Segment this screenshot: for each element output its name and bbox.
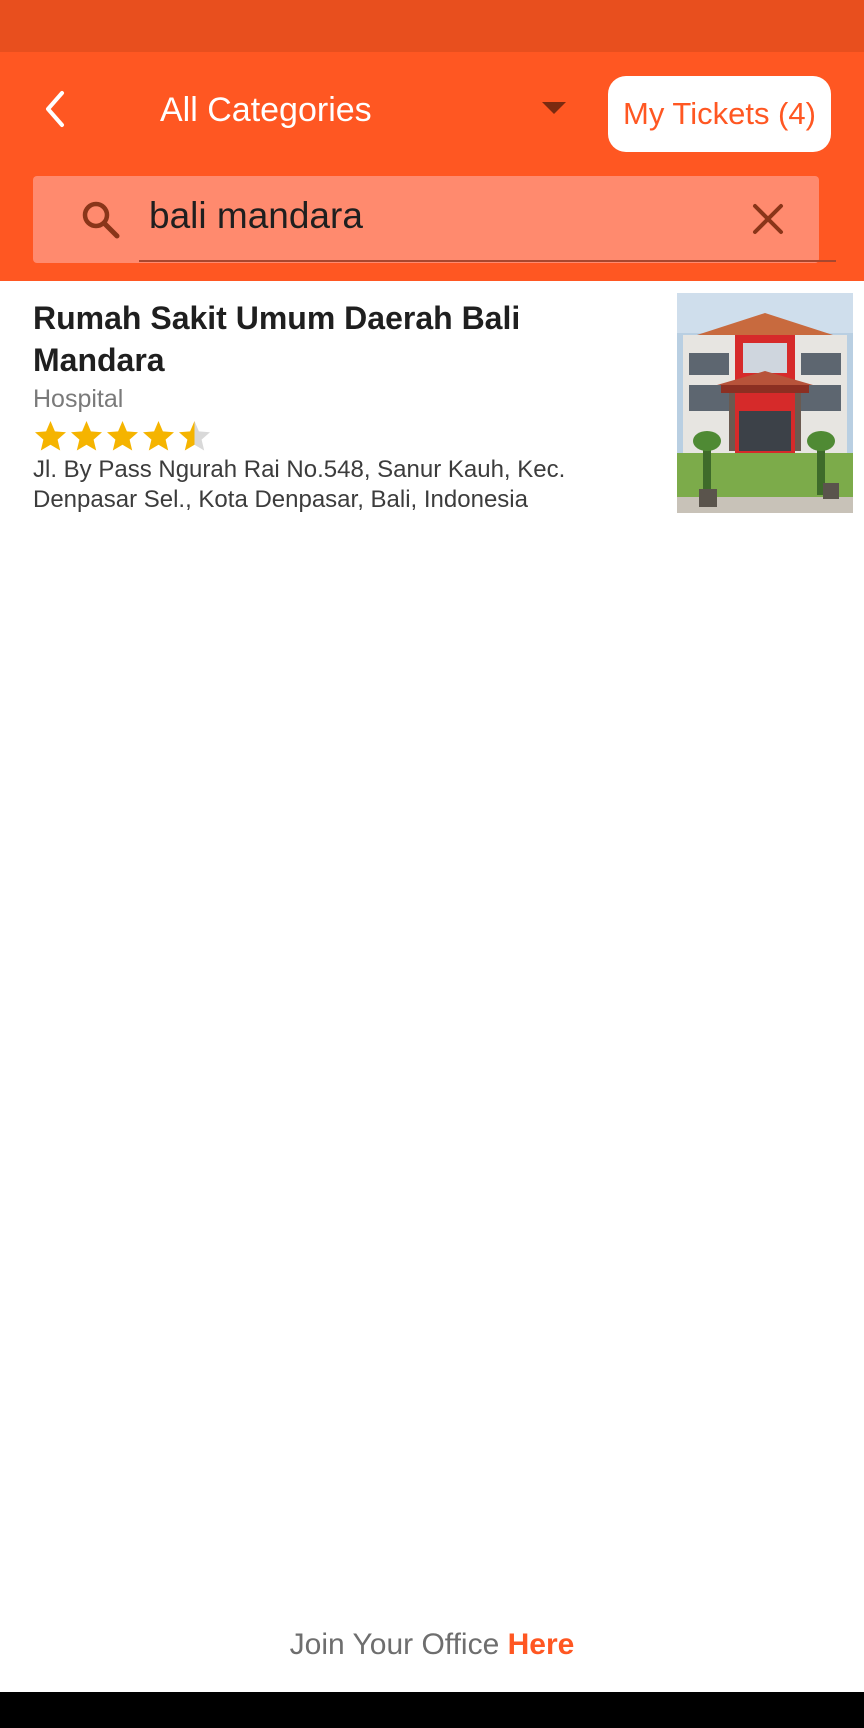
search-icon [82,201,120,239]
status-bar [0,0,864,52]
chevron-left-icon [46,91,64,127]
star-icon [71,421,102,451]
my-tickets-label: My Tickets (4) [623,96,816,131]
result-category: Hospital [33,385,124,413]
search-input[interactable] [139,186,664,246]
rating-stars [33,419,212,455]
hospital-building-photo [677,293,853,513]
star-icon [107,421,138,451]
result-item[interactable]: Rumah Sakit Umum Daerah Bali Mandara Hos… [0,283,864,513]
navigation-bar [0,1692,864,1728]
close-icon [753,204,783,234]
footer: Join Your Office Here [0,1628,864,1672]
app-header: All Categories My Tickets (4) [0,52,864,281]
my-tickets-button[interactable]: My Tickets (4) [608,76,831,152]
back-button[interactable] [30,84,80,134]
star-icon [143,421,174,451]
search-underline [139,260,836,262]
star-icon [35,421,66,451]
search-bar [33,176,836,263]
caret-down-icon [542,102,566,114]
result-title: Rumah Sakit Umum Daerah Bali Mandara [33,300,521,378]
star-icon [179,421,210,451]
category-dropdown[interactable]: All Categories [160,82,580,138]
footer-text: Join Your Office [289,1628,508,1661]
join-office-link[interactable]: Here [508,1628,575,1661]
result-address: Jl. By Pass Ngurah Rai No.548, Sanur Kau… [33,456,566,513]
category-label: All Categories [160,91,372,129]
clear-search-button[interactable] [745,196,791,242]
